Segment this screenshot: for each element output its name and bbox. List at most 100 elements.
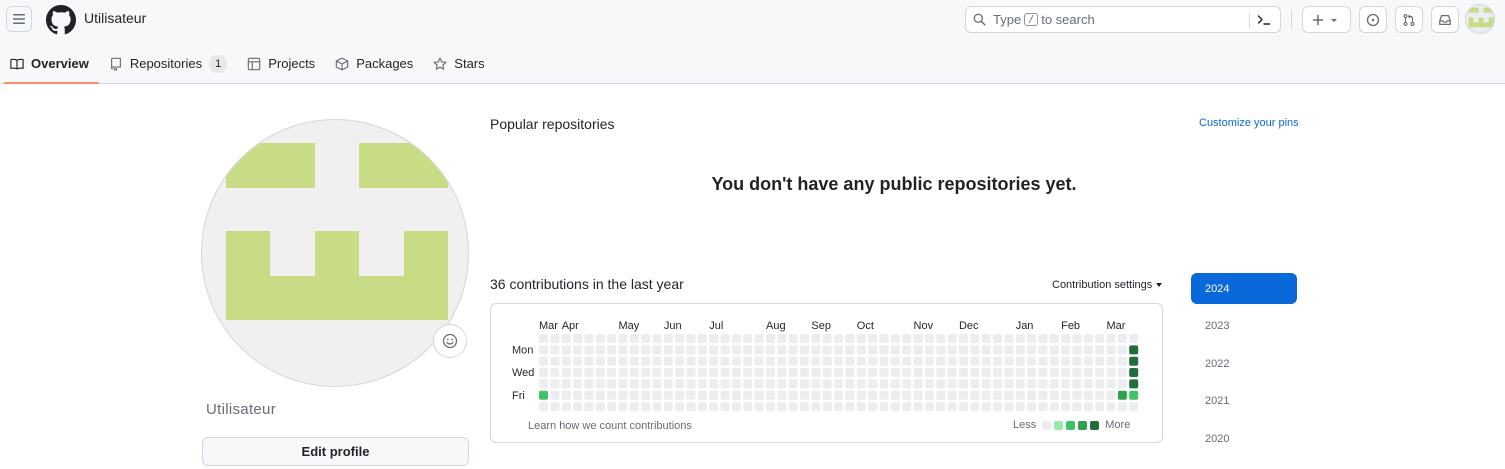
contribution-day[interactable] [629,379,639,389]
contribution-day[interactable] [1129,368,1139,378]
contribution-day[interactable] [731,356,741,366]
contribution-day[interactable] [1015,402,1025,412]
contribution-day[interactable] [1072,345,1082,355]
year-2021[interactable]: 2021 [1191,386,1297,417]
contribution-day[interactable] [584,390,594,400]
contribution-day[interactable] [902,334,912,343]
contribution-day[interactable] [743,345,753,355]
user-avatar-button[interactable] [1465,4,1495,34]
github-logo-icon[interactable] [46,5,76,35]
contribution-day[interactable] [618,334,628,343]
contribution-day[interactable] [834,390,844,400]
year-2023[interactable]: 2023 [1191,311,1297,342]
contribution-day[interactable] [1004,345,1014,355]
contribution-day[interactable] [709,402,719,412]
contribution-day[interactable] [1027,334,1037,343]
contribution-day[interactable] [1027,368,1037,378]
contribution-day[interactable] [550,390,560,400]
contribution-day[interactable] [868,390,878,400]
contribution-day[interactable] [936,379,946,389]
contribution-day[interactable] [811,379,821,389]
contribution-day[interactable] [1083,390,1093,400]
contribution-day[interactable] [754,402,764,412]
contribution-day[interactable] [720,356,730,366]
contribution-day[interactable] [993,368,1002,378]
contribution-day[interactable] [584,402,594,412]
contribution-day[interactable] [993,356,1002,366]
contribution-day[interactable] [868,356,878,366]
contribution-day[interactable] [800,379,810,389]
contribution-day[interactable] [1117,368,1127,378]
contribution-day[interactable] [868,368,878,378]
contribution-day[interactable] [731,379,741,389]
contribution-day[interactable] [1106,345,1116,355]
contribution-day[interactable] [1049,345,1059,355]
contribution-day[interactable] [958,402,968,412]
contribution-day[interactable] [970,345,980,355]
contribution-day[interactable] [1049,390,1059,400]
contribution-day[interactable] [652,345,662,355]
contribution-day[interactable] [1049,368,1059,378]
contribution-day[interactable] [1015,345,1025,355]
contribution-day[interactable] [561,334,571,343]
contribution-day[interactable] [1072,368,1082,378]
contribution-day[interactable] [720,390,730,400]
contribution-day[interactable] [618,390,628,400]
contribution-day[interactable] [822,334,832,343]
contribution-day[interactable] [902,379,912,389]
contribution-day[interactable] [1129,390,1139,400]
contribution-day[interactable] [561,402,571,412]
contribution-day[interactable] [1027,390,1037,400]
contribution-day[interactable] [629,334,639,343]
contribution-day[interactable] [1004,368,1014,378]
contribution-day[interactable] [629,402,639,412]
year-2022[interactable]: 2022 [1191,348,1297,379]
contribution-day[interactable] [675,390,685,400]
contribution-day[interactable] [539,345,548,355]
contribution-day[interactable] [697,390,707,400]
contribution-day[interactable] [595,345,605,355]
contribution-day[interactable] [754,390,764,400]
contribution-day[interactable] [697,334,707,343]
contribution-day[interactable] [788,356,798,366]
contribution-day[interactable] [970,356,980,366]
menu-button[interactable] [6,6,32,32]
contribution-day[interactable] [1129,402,1139,412]
contribution-day[interactable] [1083,402,1093,412]
contribution-day[interactable] [766,368,775,378]
inbox-button[interactable] [1431,6,1459,33]
contribution-day[interactable] [822,402,832,412]
contribution-day[interactable] [958,334,968,343]
contribution-day[interactable] [607,334,617,343]
learn-contributions-link[interactable]: Learn how we count contributions [528,420,692,432]
contribution-day[interactable] [686,379,696,389]
contribution-day[interactable] [652,379,662,389]
contribution-day[interactable] [697,368,707,378]
contribution-day[interactable] [539,402,548,412]
contribution-day[interactable] [788,368,798,378]
set-status-button[interactable] [433,324,467,358]
contribution-day[interactable] [629,345,639,355]
contribution-day[interactable] [913,356,923,366]
contribution-day[interactable] [1038,402,1048,412]
contribution-day[interactable] [573,356,583,366]
contribution-day[interactable] [607,390,617,400]
contribution-day[interactable] [890,379,900,389]
contribution-day[interactable] [936,402,946,412]
contribution-day[interactable] [675,345,685,355]
contribution-day[interactable] [811,390,821,400]
contribution-day[interactable] [743,334,753,343]
create-new-button[interactable] [1302,6,1351,33]
contribution-day[interactable] [936,356,946,366]
contribution-day[interactable] [1106,390,1116,400]
contribution-day[interactable] [1095,368,1105,378]
contribution-day[interactable] [663,345,673,355]
contribution-day[interactable] [766,334,775,343]
contribution-day[interactable] [641,368,651,378]
contribution-day[interactable] [845,402,855,412]
contribution-day[interactable] [550,334,560,343]
contribution-day[interactable] [845,345,855,355]
contribution-day[interactable] [879,334,889,343]
contribution-day[interactable] [1038,368,1048,378]
year-2024[interactable]: 2024 [1191,273,1297,304]
